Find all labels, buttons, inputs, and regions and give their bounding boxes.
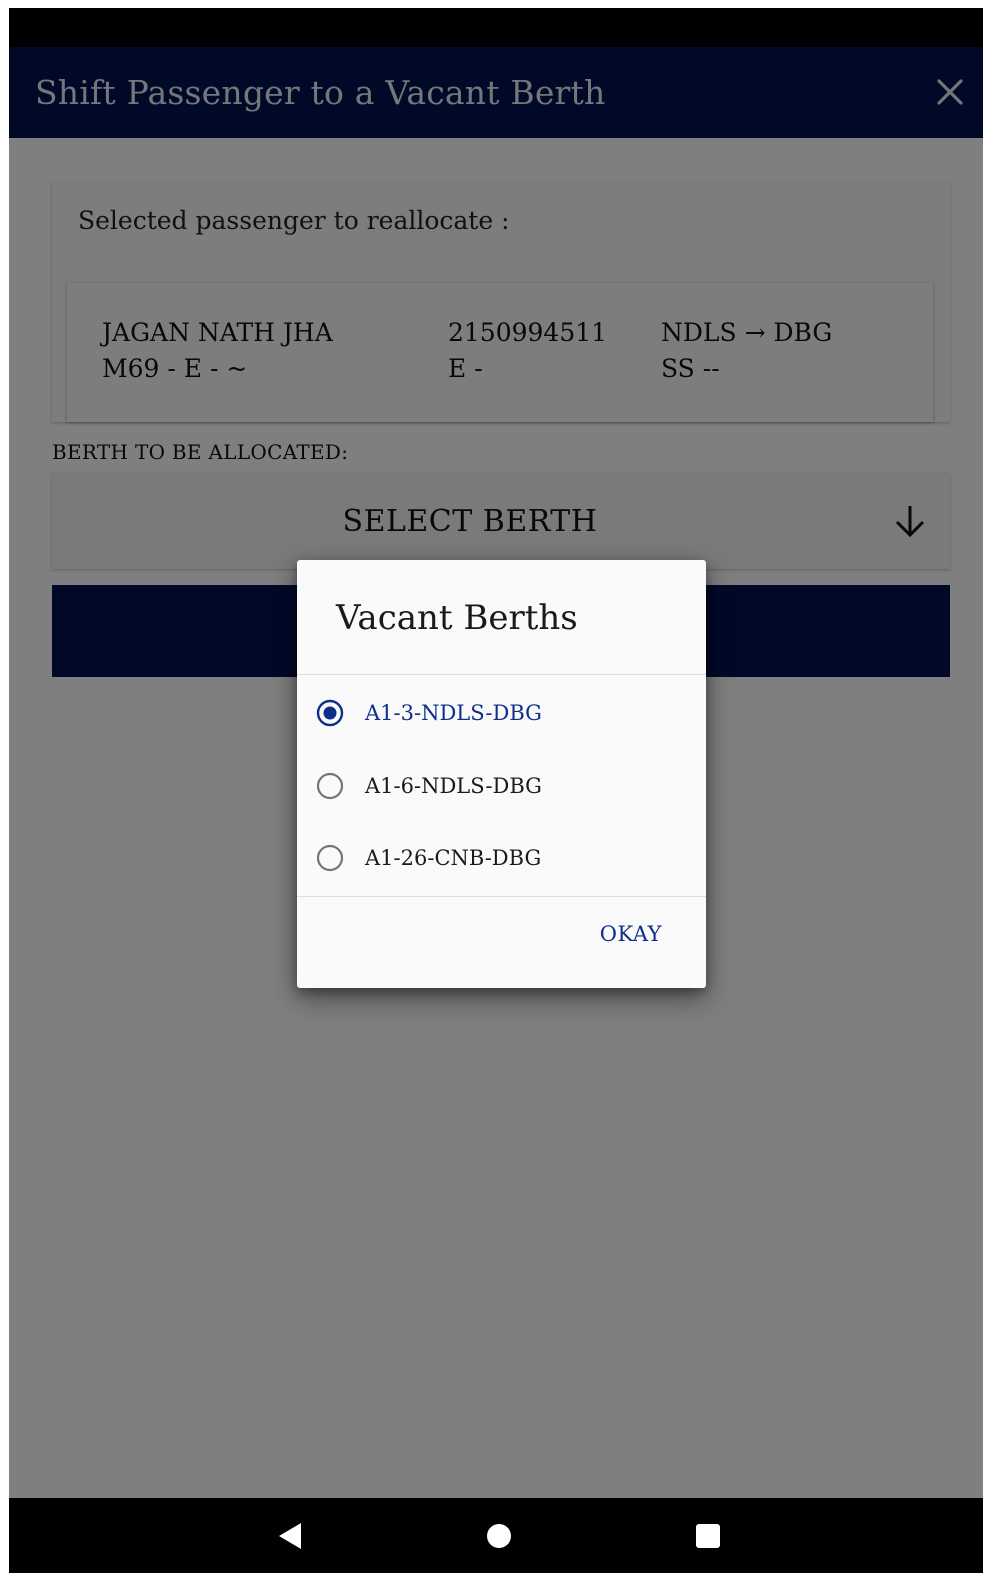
berth-option-2[interactable]: A1-6-NDLS-DBG (297, 750, 706, 822)
berth-option-label: A1-26-CNB-DBG (365, 846, 542, 870)
radio-unselected-icon (316, 844, 344, 872)
radio-selected-icon (316, 699, 344, 727)
back-icon[interactable] (272, 1518, 308, 1554)
system-nav-bar (9, 1498, 983, 1573)
screen-top-edge (0, 0, 983, 8)
berth-option-label: A1-3-NDLS-DBG (365, 701, 542, 725)
app-screen: Shift Passenger to a Vacant Berth Select… (0, 0, 983, 1573)
berth-option-label: A1-6-NDLS-DBG (365, 774, 542, 798)
dialog-title: Vacant Berths (336, 598, 578, 638)
recents-icon[interactable] (690, 1518, 726, 1554)
home-icon[interactable] (481, 1518, 517, 1554)
screen-bezel (0, 0, 9, 1573)
dialog-divider-top (297, 674, 706, 675)
okay-button[interactable]: OKAY (600, 922, 662, 946)
berth-option-1[interactable]: A1-3-NDLS-DBG (297, 677, 706, 749)
vacant-berths-dialog: Vacant Berths A1-3-NDLS-DBG A1-6-NDLS-DB… (297, 560, 706, 988)
dialog-divider-bottom (297, 896, 706, 897)
radio-unselected-icon (316, 772, 344, 800)
berth-option-3[interactable]: A1-26-CNB-DBG (297, 822, 706, 894)
